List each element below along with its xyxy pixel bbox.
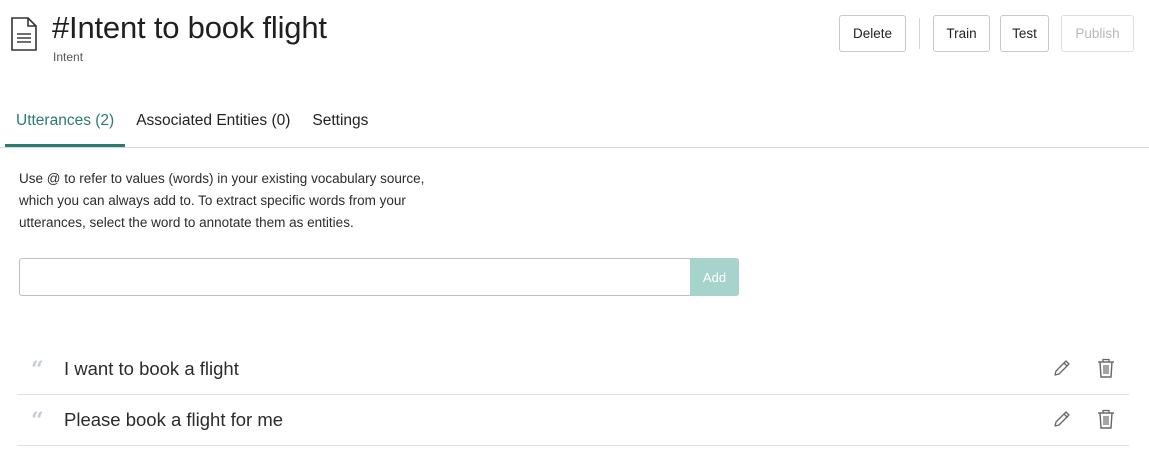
help-text: Use @ to refer to values (words) in your… — [19, 168, 499, 234]
utterance-row: “ I want to book a flight — [17, 344, 1129, 395]
add-button[interactable]: Add — [690, 258, 739, 296]
add-utterance-form: Add — [19, 258, 739, 296]
utterance-text[interactable]: Please book a flight for me — [64, 409, 283, 431]
help-text-line: utterances, select the word to annotate … — [19, 215, 354, 230]
tab-associated-entities[interactable]: Associated Entities (0) — [125, 95, 301, 147]
page-subtitle: Intent — [53, 50, 84, 64]
utterance-text[interactable]: I want to book a flight — [64, 358, 239, 380]
delete-button[interactable]: Delete — [839, 15, 906, 52]
pencil-icon[interactable] — [1052, 409, 1072, 429]
tab-bar: Utterances (2) Associated Entities (0) S… — [5, 95, 379, 147]
tab-settings[interactable]: Settings — [301, 95, 379, 147]
page-title: #Intent to book flight — [52, 10, 327, 45]
tab-utterances[interactable]: Utterances (2) — [5, 95, 126, 147]
pencil-icon[interactable] — [1052, 358, 1072, 378]
trash-icon[interactable] — [1096, 357, 1116, 379]
trash-icon[interactable] — [1096, 408, 1116, 430]
tab-divider — [0, 147, 1149, 148]
test-button[interactable]: Test — [1000, 15, 1049, 52]
utterance-list: “ I want to book a flight “ Please book … — [17, 344, 1129, 446]
document-icon — [11, 17, 37, 51]
quote-icon: “ — [31, 357, 44, 383]
train-button[interactable]: Train — [933, 15, 990, 52]
toolbar-divider — [919, 18, 920, 49]
utterance-row: “ Please book a flight for me — [17, 395, 1129, 446]
utterance-input[interactable] — [19, 258, 690, 296]
help-text-line: which you can always add to. To extract … — [19, 193, 406, 208]
quote-icon: “ — [31, 408, 44, 434]
publish-button[interactable]: Publish — [1061, 15, 1134, 52]
help-text-line: Use @ to refer to values (words) in your… — [19, 171, 425, 186]
